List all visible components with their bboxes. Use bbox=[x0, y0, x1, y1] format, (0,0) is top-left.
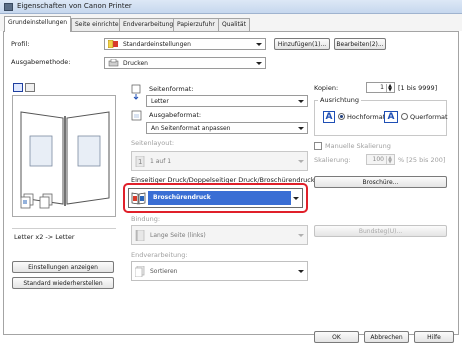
gutter-button[interactable]: Bundsteg(U)... bbox=[314, 225, 447, 237]
scaling-stepper[interactable]: ▲ ▼ bbox=[386, 156, 393, 165]
page-layout-icon: 1 bbox=[135, 156, 145, 167]
page-size-icon bbox=[131, 84, 141, 100]
binding-select[interactable]: Lange Seite (links) bbox=[131, 225, 308, 245]
page-size-select[interactable]: Letter bbox=[146, 95, 308, 107]
binding-value: Lange Seite (links) bbox=[150, 232, 206, 239]
collate-icon bbox=[20, 193, 34, 209]
cancel-button[interactable]: Abbrechen bbox=[364, 331, 409, 343]
chevron-down-icon bbox=[298, 100, 304, 103]
profile-value: Standardeinstellungen bbox=[123, 41, 191, 48]
portrait-radio[interactable] bbox=[338, 113, 345, 120]
output-size-value: An Seitenformat anpassen bbox=[151, 125, 231, 132]
copies-range: [1 bis 9999] bbox=[398, 84, 438, 92]
printer-app-icon bbox=[4, 3, 13, 11]
profile-edit-button[interactable]: Bearbeiten(2)... bbox=[334, 38, 386, 50]
scaling-input[interactable]: 100 ▲ ▼ bbox=[366, 154, 395, 165]
copies-label: Kopien: bbox=[314, 84, 339, 92]
sort-icon bbox=[135, 266, 145, 277]
output-size-select[interactable]: An Seitenformat anpassen bbox=[146, 122, 308, 134]
chevron-down-icon bbox=[298, 127, 304, 130]
output-size-label: Ausgabeformat: bbox=[149, 111, 202, 119]
profile-label: Profil: bbox=[11, 40, 30, 48]
preview-divider bbox=[12, 228, 116, 229]
scaling-value: 100 bbox=[372, 156, 384, 163]
copies-stepper[interactable]: ▲ ▼ bbox=[386, 84, 393, 93]
booklet-icon bbox=[131, 191, 146, 205]
duplex-value: Broschürendruck bbox=[153, 194, 211, 201]
restore-defaults-button[interactable]: Standard wiederherstellen bbox=[12, 277, 114, 289]
help-button[interactable]: Hilfe bbox=[414, 331, 454, 343]
portrait-icon: A bbox=[323, 111, 335, 123]
ok-button[interactable]: OK bbox=[314, 331, 359, 343]
title-bar: Eigenschaften von Canon Printer bbox=[0, 0, 462, 14]
window-title: Eigenschaften von Canon Printer bbox=[17, 2, 132, 10]
copies-value: 1 bbox=[380, 84, 384, 91]
landscape-label: Querformat bbox=[410, 113, 448, 121]
portrait-label: Hochformat bbox=[347, 113, 386, 121]
chevron-down-icon bbox=[293, 197, 299, 200]
tab-endverarbeitung[interactable]: Endverarbeitung bbox=[119, 18, 178, 31]
stack-icon bbox=[39, 193, 53, 209]
profile-select[interactable]: Standardeinstellungen bbox=[104, 38, 266, 50]
preview-settings-icon[interactable] bbox=[25, 83, 35, 92]
output-method-value: Drucken bbox=[123, 60, 148, 67]
tab-qualitaet[interactable]: Qualität bbox=[218, 18, 250, 31]
preview-layout-icon[interactable] bbox=[13, 83, 23, 92]
output-method-label: Ausgabemethode: bbox=[11, 58, 71, 66]
booklet-button[interactable]: Broschüre... bbox=[314, 176, 447, 188]
duplex-select[interactable]: Broschürendruck bbox=[128, 188, 303, 208]
chevron-down-icon bbox=[298, 270, 304, 273]
finishing-value: Sortieren bbox=[150, 268, 178, 275]
profile-add-button[interactable]: Hinzufügen(1)... bbox=[274, 38, 330, 50]
binding-label: Bindung: bbox=[131, 215, 161, 223]
manual-scaling-checkbox[interactable] bbox=[314, 142, 322, 150]
landscape-icon: A bbox=[384, 111, 398, 123]
landscape-radio[interactable] bbox=[401, 113, 408, 120]
page-layout-select[interactable]: 1 1 auf 1 bbox=[131, 151, 308, 171]
orientation-label: Ausrichtung bbox=[318, 96, 362, 104]
profile-icon bbox=[108, 40, 118, 48]
chevron-down-icon bbox=[298, 160, 304, 163]
page-size-label: Seitenformat: bbox=[149, 85, 194, 93]
copies-input[interactable]: 1 ▲ ▼ bbox=[366, 82, 395, 93]
chevron-down-icon bbox=[298, 234, 304, 237]
tab-grundeinstellungen[interactable]: Grundeinstellungen bbox=[4, 16, 72, 32]
svg-text:1: 1 bbox=[138, 158, 142, 166]
tab-papierzufuhr[interactable]: Papierzufuhr bbox=[173, 18, 219, 31]
output-size-icon bbox=[131, 110, 142, 121]
printer-icon bbox=[108, 59, 119, 67]
chevron-down-icon bbox=[256, 43, 262, 46]
page-layout-label: Seitenlayout: bbox=[131, 139, 175, 147]
preview-caption: Letter x2 -> Letter bbox=[14, 233, 75, 241]
finishing-label: Endverarbeitung: bbox=[131, 251, 188, 259]
chevron-down-icon bbox=[256, 62, 262, 65]
finishing-select[interactable]: Sortieren bbox=[131, 261, 308, 281]
scaling-label: Skalierung: bbox=[314, 156, 351, 164]
scaling-range: % [25 bis 200] bbox=[398, 156, 446, 164]
page-layout-value: 1 auf 1 bbox=[150, 158, 172, 165]
page-size-value: Letter bbox=[151, 98, 169, 105]
binding-icon bbox=[135, 230, 145, 241]
output-method-select[interactable]: Drucken bbox=[104, 57, 266, 69]
tab-bar: Grundeinstellungen Seite einrichten Endv… bbox=[0, 14, 462, 32]
show-settings-button[interactable]: Einstellungen anzeigen bbox=[12, 261, 114, 273]
manual-scaling-label: Manuelle Skalierung bbox=[325, 142, 391, 150]
